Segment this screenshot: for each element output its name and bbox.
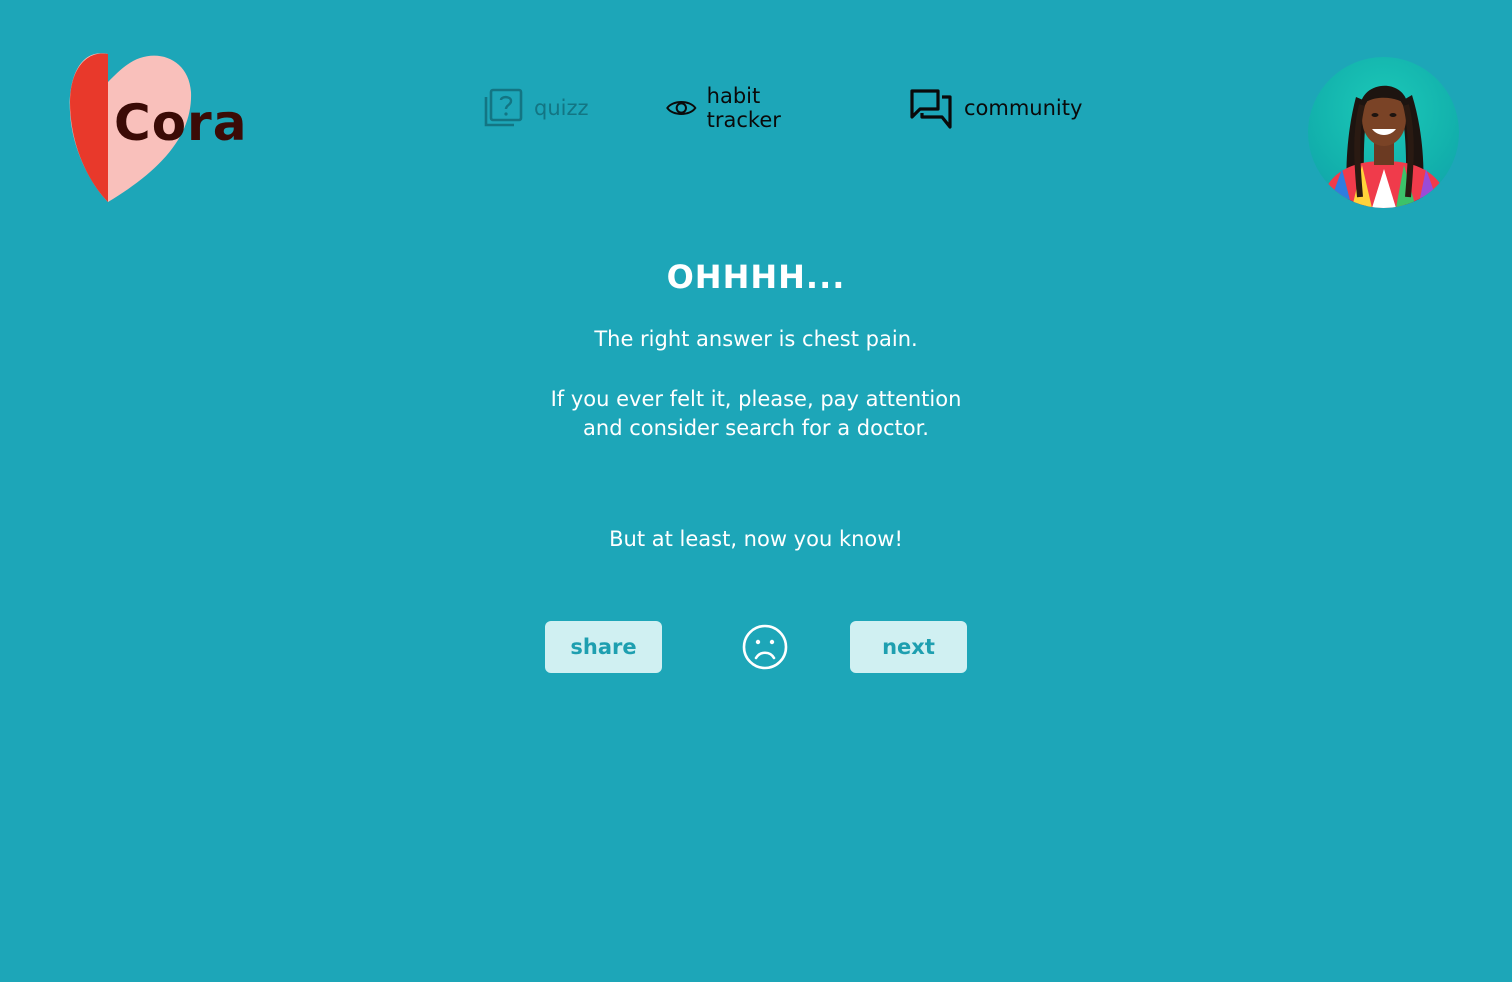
advice-line-1: If you ever felt it, please, pay attenti… xyxy=(550,387,962,411)
user-avatar[interactable] xyxy=(1308,57,1459,208)
quiz-question-icon xyxy=(484,88,523,127)
profile-photo xyxy=(1320,85,1450,208)
nav-quizz-label: quizz xyxy=(534,96,589,120)
advice-text: If you ever felt it, please, pay attenti… xyxy=(0,385,1512,443)
closing-text: But at least, now you know! xyxy=(609,527,903,551)
next-button[interactable]: next xyxy=(850,621,967,673)
sad-face-icon xyxy=(742,624,788,670)
nav-community[interactable]: community xyxy=(910,84,1082,132)
chat-bubbles-icon xyxy=(910,89,952,129)
nav-community-label: community xyxy=(964,96,1083,120)
cora-logo[interactable]: Cora xyxy=(68,52,258,206)
result-title: OHHHH... xyxy=(666,258,846,296)
nav-quizz[interactable]: quizz xyxy=(482,84,589,132)
brand-name: Cora xyxy=(114,94,248,152)
advice-line-2: and consider search for a doctor. xyxy=(583,416,929,440)
eye-icon xyxy=(666,101,697,115)
answer-text: The right answer is chest pain. xyxy=(594,327,918,351)
nav-habit-label: habit tracker xyxy=(706,84,781,132)
share-button[interactable]: share xyxy=(545,621,662,673)
nav-habit-tracker[interactable]: habit tracker xyxy=(666,84,796,132)
